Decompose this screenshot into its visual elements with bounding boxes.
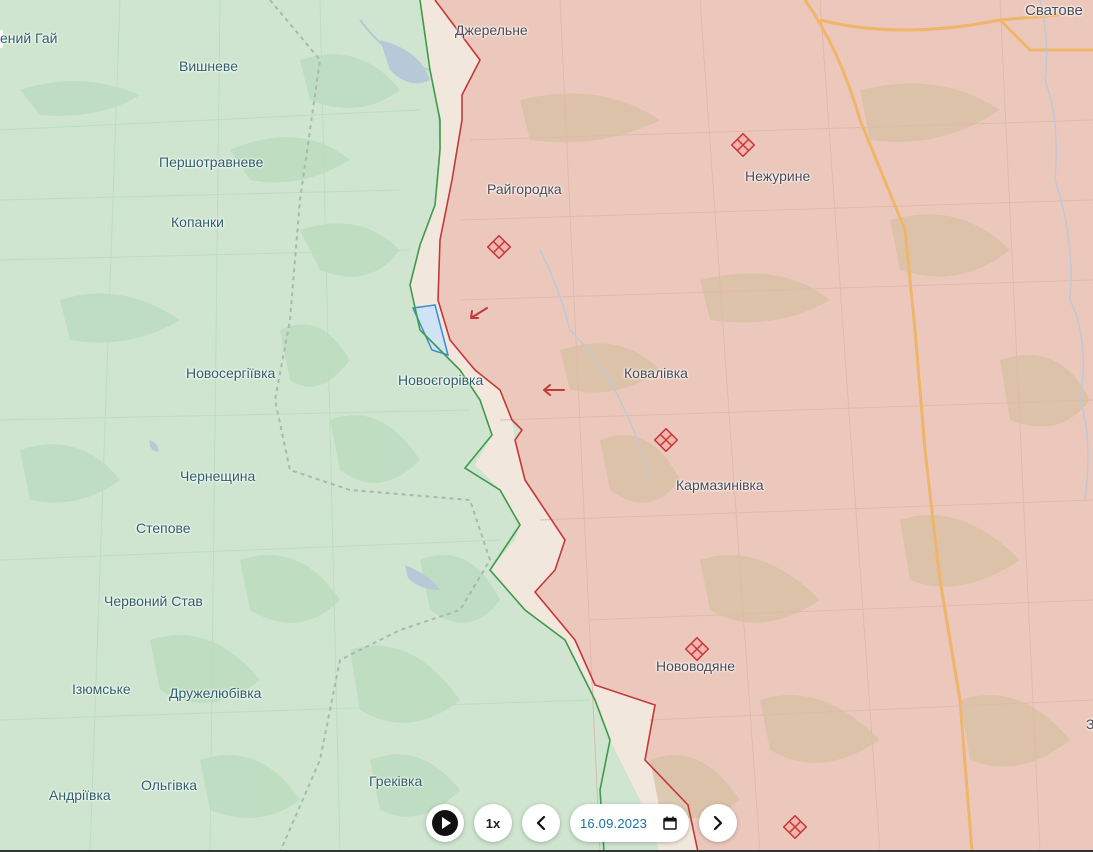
date-picker[interactable]: 16.09.2023	[570, 804, 690, 842]
map-canvas[interactable]	[0, 0, 1093, 852]
settlement-label: Ковалівка	[624, 365, 688, 381]
date-value: 16.09.2023	[580, 815, 648, 831]
settlement-label: Чернещина	[180, 468, 256, 484]
chevron-left-icon	[536, 815, 546, 831]
attack-icon[interactable]	[685, 637, 709, 661]
settlement-label: Вишневе	[179, 58, 238, 74]
next-date-button[interactable]	[699, 804, 738, 842]
settlement-label: Новоєгорівка	[398, 372, 484, 388]
play-button[interactable]	[426, 804, 464, 842]
settlement-label: Джерельне	[455, 22, 528, 38]
settlement-label: Сватове	[1025, 2, 1083, 19]
settlement-label: Греківка	[369, 773, 423, 789]
settlement-label: Ізюмське	[72, 681, 131, 697]
settlement-label: Дружелюбівка	[169, 685, 262, 701]
settlement-label: ений Гай	[0, 30, 58, 46]
chevron-right-icon	[713, 815, 723, 831]
settlement-label: Нежурине	[745, 168, 811, 184]
settlement-label: Копанки	[171, 214, 224, 230]
settlement-label: Райгородка	[487, 181, 562, 197]
attack-icon[interactable]	[731, 133, 755, 157]
arrow-left-icon	[470, 307, 488, 319]
settlement-label: Ольгівка	[141, 777, 198, 793]
settlement-label: Кармазинівка	[676, 477, 764, 493]
play-icon	[432, 810, 458, 836]
attack-icon[interactable]	[654, 428, 678, 452]
settlement-label: Першотравневе	[159, 154, 264, 170]
settlement-label: Червоний Став	[104, 593, 203, 609]
attack-icon[interactable]	[487, 235, 511, 259]
settlement-label: Андріївка	[49, 787, 111, 803]
calendar-icon[interactable]	[663, 816, 677, 830]
attack-icon[interactable]	[783, 815, 807, 839]
timeline-controls: 1x 16.09.2023	[426, 802, 738, 844]
settlement-label: Новосергіївка	[186, 365, 276, 381]
settlement-label: Степове	[136, 520, 191, 536]
speed-button[interactable]: 1x	[474, 804, 512, 842]
settlement-label: З	[1086, 716, 1093, 732]
arrow-left-icon	[543, 384, 565, 396]
speed-label: 1x	[485, 815, 501, 831]
prev-date-button[interactable]	[522, 804, 560, 842]
